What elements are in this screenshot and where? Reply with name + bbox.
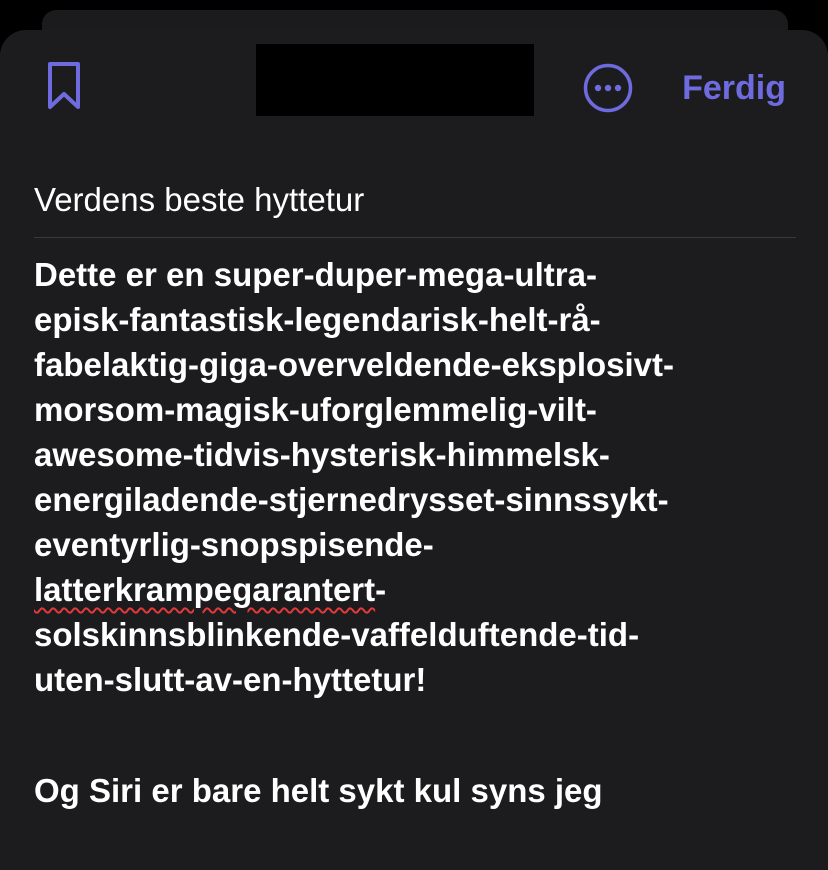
note-body-line: morsom-magisk-uforglemmelig-vilt-	[34, 391, 597, 428]
note-body-line: Dette er en super-duper-mega-ultra-	[34, 256, 597, 293]
note-body-line: eventyrlig-snopspisende-	[34, 526, 434, 563]
bookmark-icon	[48, 62, 80, 109]
note-body-line: uten-slutt-av-en-hyttetur!	[34, 661, 427, 698]
note-footer-text[interactable]: Og Siri er bare helt sykt kul syns jeg	[34, 768, 603, 813]
note-body-line: latterkrampegarantert-	[34, 571, 387, 608]
misspelled-word[interactable]: latterkrampegarantert	[34, 571, 375, 608]
note-body-line: solskinnsblinkende-vaffelduftende-tid-	[34, 616, 640, 653]
note-body[interactable]: Dette er en super-duper-mega-ultra-episk…	[34, 252, 814, 702]
journal-entry-sheet: I dag Ferdig Verdens beste hyttetur Dett…	[0, 30, 828, 870]
note-body-line: fabelaktig-giga-overveldende-eksplosivt-	[34, 346, 675, 383]
note-body-line: episk-fantastisk-legendarisk-helt-rå-	[34, 301, 601, 338]
note-body-line: awesome-tidvis-hysterisk-himmelsk-	[34, 436, 610, 473]
title-divider	[34, 237, 796, 238]
done-button[interactable]: Ferdig	[682, 66, 786, 110]
note-title[interactable]: Verdens beste hyttetur	[34, 180, 364, 220]
more-options-button[interactable]	[582, 62, 634, 114]
redaction-box	[256, 44, 534, 116]
ellipsis-circle-icon	[583, 63, 633, 113]
bookmark-button[interactable]	[44, 58, 84, 114]
note-body-line: energiladende-stjernedrysset-sinnssykt-	[34, 481, 669, 518]
